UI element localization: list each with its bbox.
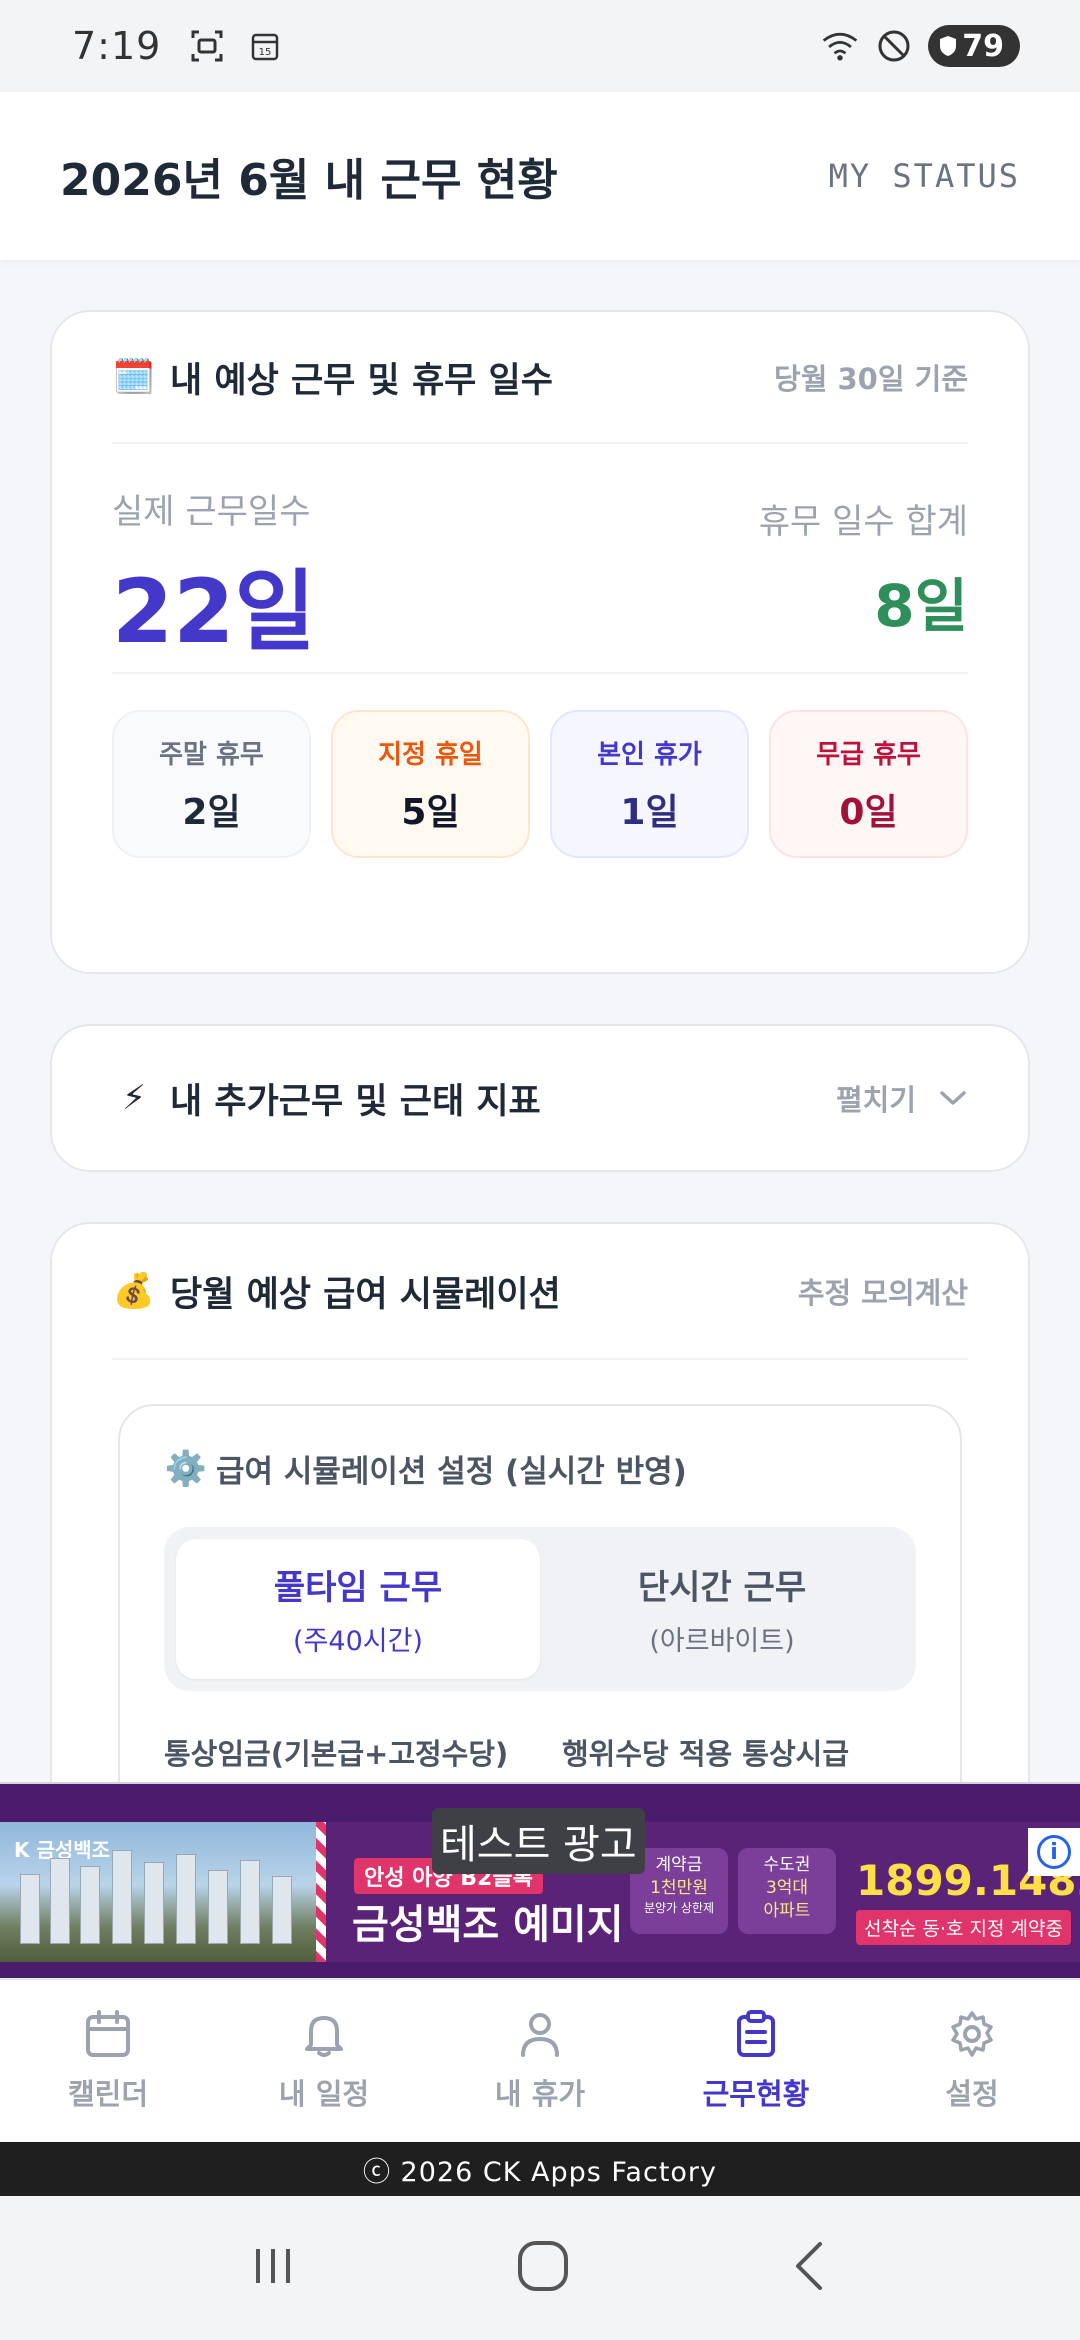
- nav-calendar-label: 캘린더: [67, 2077, 149, 2111]
- ad-info-button[interactable]: i: [1028, 1828, 1080, 1876]
- person-icon: [515, 2009, 565, 2063]
- svg-text:15: 15: [259, 47, 272, 58]
- personal-vacation-tile: 본인 휴가 1일: [550, 710, 749, 858]
- ad-price-box: 수도권 3억대 아파트: [738, 1848, 836, 1934]
- work-type-toggle: 풀타임 근무 (주40시간) 단시간 근무 (아르바이트): [164, 1527, 916, 1691]
- actual-workdays-label: 실제 근무일수: [112, 492, 311, 532]
- unpaid-off-label: 무급 휴무: [816, 739, 921, 770]
- page-title: 2026년 6월 내 근무 현황: [60, 155, 558, 206]
- total-off-days: 휴무 일수 합계 8일: [759, 484, 968, 672]
- expand-button[interactable]: 펼치기: [836, 1077, 968, 1119]
- designated-holiday-tile: 지정 휴일 5일: [331, 710, 530, 858]
- weekend-off-value: 2일: [182, 791, 241, 833]
- calendar-emoji-icon: 🗓️: [112, 357, 156, 397]
- fulltime-option-sub: (주40시간): [293, 1626, 423, 1657]
- nav-vacation[interactable]: 내 휴가: [432, 1980, 648, 2142]
- work-summary-note: 당월 30일 기준: [774, 362, 968, 396]
- nav-schedule[interactable]: 내 일정: [216, 1980, 432, 2142]
- ad-banner[interactable]: K 금성백조 안성 아양 B2블록 금성백조 예미지 계약금 1천만원 분양가 …: [0, 1782, 1080, 1978]
- ad-price-region: 수도권: [763, 1855, 811, 1875]
- unpaid-off-value: 0일: [839, 791, 898, 833]
- expand-label: 펼치기: [835, 1083, 916, 1117]
- ad-test-label: 테스트 광고: [432, 1808, 645, 1874]
- app-header: 2026년 6월 내 근무 현황 MY STATUS: [0, 92, 1080, 260]
- ad-price-amount: 3억대: [765, 1877, 809, 1898]
- work-stats-row: 실제 근무일수 22일 휴무 일수 합계 8일: [112, 484, 968, 674]
- battery-level: 79: [962, 28, 1004, 64]
- overtime-card[interactable]: ⚡ 내 추가근무 및 근태 지표 펼치기: [50, 1024, 1030, 1172]
- ad-deposit-amount: 1천만원: [650, 1877, 708, 1898]
- salary-title: 당월 예상 급여 시뮬레이션: [170, 1274, 561, 1315]
- bottom-nav: 캘린더 내 일정 내 휴가 근무현황 설정: [0, 1978, 1080, 2142]
- do-not-disturb-icon: [874, 26, 914, 66]
- ad-stripe: [316, 1822, 326, 1962]
- salary-field-labels: 통상임금(기본급+고정수당) 행위수당 적용 통상시급: [164, 1731, 916, 1773]
- ordinary-wage-label: 통상임금(기본급+고정수당): [164, 1737, 509, 1771]
- ad-deposit-note: 분양가 상한제: [643, 1900, 715, 1915]
- calendar-icon: [83, 2009, 133, 2063]
- actual-workdays: 실제 근무일수 22일: [112, 484, 315, 672]
- calendar-small-icon: 15: [245, 26, 285, 66]
- nav-work-status-label: 근무현황: [702, 2077, 810, 2111]
- personal-vacation-label: 본인 휴가: [597, 739, 702, 770]
- hourly-wage-label: 행위수당 적용 통상시급: [562, 1737, 849, 1771]
- unpaid-off-tile: 무급 휴무 0일: [769, 710, 968, 858]
- parttime-option-sub: (아르바이트): [649, 1626, 795, 1657]
- system-navigation-bar: [0, 2196, 1080, 2340]
- total-off-days-value: 8일: [874, 572, 968, 640]
- fulltime-option-label: 풀타임 근무: [273, 1568, 443, 1608]
- copyright-footer: ⓒ 2026 CK Apps Factory: [0, 2142, 1080, 2196]
- designated-holiday-label: 지정 휴일: [378, 739, 483, 770]
- home-button[interactable]: [515, 2238, 571, 2298]
- simulation-settings-label: 급여 시뮬레이션 설정 (실시간 반영): [216, 1454, 687, 1490]
- ad-phone-sub: 선착순 동·호 지정 계약중: [856, 1910, 1071, 1945]
- salary-note: 추정 모의계산: [797, 1276, 968, 1310]
- nav-schedule-label: 내 일정: [278, 2077, 370, 2111]
- nav-work-status[interactable]: 근무현황: [648, 1980, 864, 2142]
- bell-icon: [299, 2009, 349, 2063]
- simulation-settings-title: ⚙️ 급여 시뮬레이션 설정 (실시간 반영): [164, 1446, 916, 1491]
- weekend-off-tile: 주말 휴무 2일: [112, 710, 311, 858]
- back-button[interactable]: [788, 2238, 832, 2298]
- total-off-days-label: 휴무 일수 합계: [758, 502, 968, 542]
- actual-workdays-value: 22일: [112, 560, 316, 663]
- parttime-option-label: 단시간 근무: [637, 1568, 807, 1608]
- salary-header: 💰 당월 예상 급여 시뮬레이션 추정 모의계산: [112, 1224, 968, 1360]
- ad-brand: 금성백조 예미지: [352, 1902, 624, 1948]
- nav-vacation-label: 내 휴가: [494, 2077, 586, 2111]
- info-icon: i: [1037, 1835, 1071, 1869]
- work-summary-card: 🗓️ 내 예상 근무 및 휴무 일수 당월 30일 기준 실제 근무일수 22일…: [50, 310, 1030, 974]
- ad-price-type: 아파트: [763, 1900, 811, 1921]
- clipboard-icon: [731, 2009, 781, 2063]
- overtime-header[interactable]: ⚡ 내 추가근무 및 근태 지표 펼치기: [112, 1026, 968, 1170]
- gear-emoji-icon: ⚙️: [164, 1448, 208, 1489]
- recent-apps-button[interactable]: [248, 2241, 298, 2295]
- gear-icon: [947, 2009, 997, 2063]
- page-subtitle: MY STATUS: [828, 157, 1020, 195]
- nav-calendar[interactable]: 캘린더: [0, 1980, 216, 2142]
- salary-simulation-card: 💰 당월 예상 급여 시뮬레이션 추정 모의계산 ⚙️ 급여 시뮬레이션 설정 …: [50, 1222, 1030, 1844]
- parttime-option[interactable]: 단시간 근무 (아르바이트): [540, 1539, 904, 1679]
- money-bag-emoji-icon: 💰: [112, 1271, 156, 1311]
- work-summary-title: 내 예상 근무 및 휴무 일수: [170, 360, 553, 401]
- lightning-emoji-icon: ⚡: [122, 1078, 146, 1118]
- nav-settings-label: 설정: [945, 2077, 999, 2111]
- personal-vacation-value: 1일: [620, 791, 679, 833]
- battery-icon: 79: [928, 25, 1020, 67]
- wifi-icon: [820, 26, 860, 66]
- weekend-off-label: 주말 휴무: [159, 739, 264, 770]
- off-day-breakdown: 주말 휴무 2일 지정 휴일 5일 본인 휴가 1일 무급 휴무 0일: [112, 710, 968, 858]
- overtime-title: 내 추가근무 및 근태 지표: [170, 1081, 541, 1122]
- work-summary-header: 🗓️ 내 예상 근무 및 휴무 일수 당월 30일 기준: [112, 312, 968, 444]
- simulation-settings-box: ⚙️ 급여 시뮬레이션 설정 (실시간 반영) 풀타임 근무 (주40시간) 단…: [118, 1404, 962, 1844]
- status-bar: 7:19 15 79: [0, 0, 1080, 92]
- ad-building-photo: K 금성백조: [0, 1822, 316, 1962]
- status-time: 7:19: [72, 24, 162, 68]
- chevron-down-icon: [938, 1081, 968, 1115]
- designated-holiday-value: 5일: [401, 791, 460, 833]
- nav-settings[interactable]: 설정: [864, 1980, 1080, 2142]
- screenshot-icon: [187, 26, 227, 66]
- fulltime-option[interactable]: 풀타임 근무 (주40시간): [176, 1539, 540, 1679]
